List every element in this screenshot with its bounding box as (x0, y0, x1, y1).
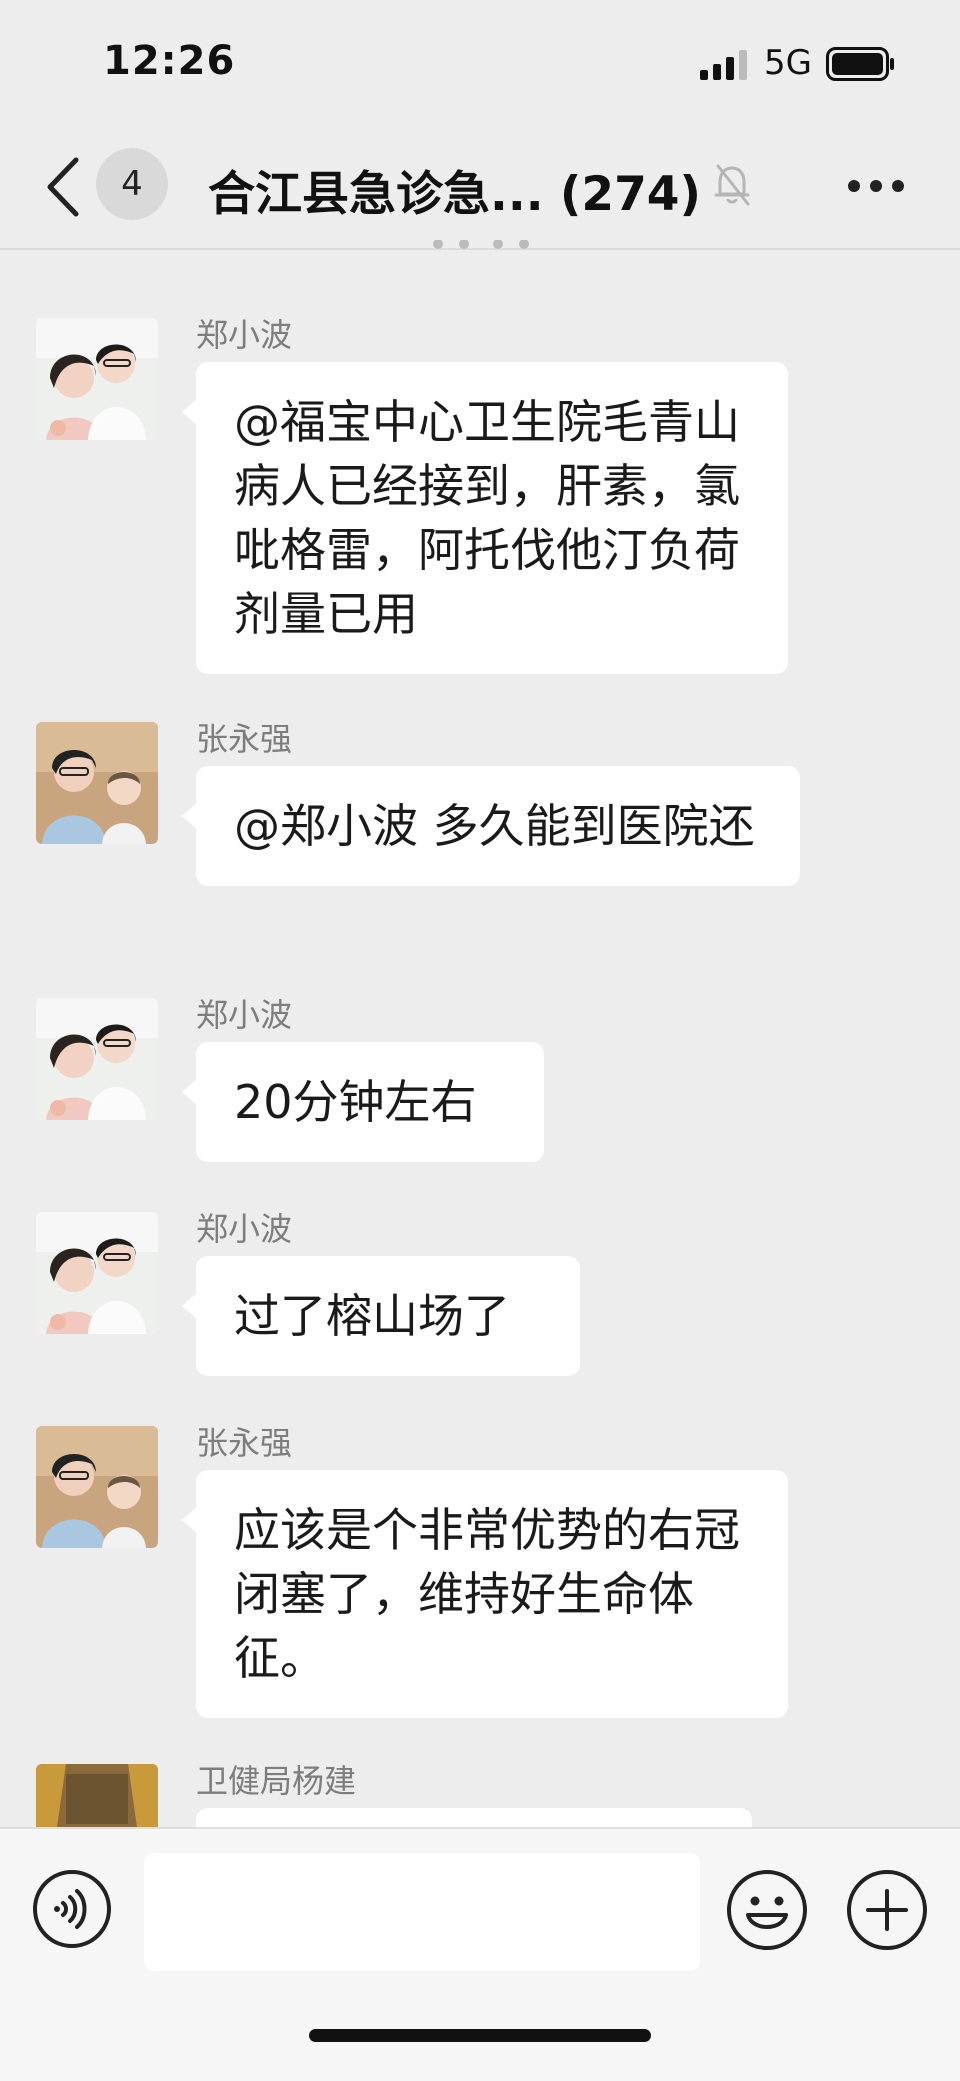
sender-name: 郑小波 (196, 316, 293, 354)
message-bubble[interactable]: 20分钟左右 (182, 1042, 544, 1162)
voice-input-icon[interactable] (32, 1869, 112, 1949)
message-bubble[interactable]: @郑小波 多久能到医院还 (182, 766, 800, 886)
sender-avatar[interactable] (36, 1764, 158, 1827)
signal-icon (700, 50, 747, 80)
input-bar (0, 1827, 960, 2081)
chat-title: 合江县急诊急... (274) (208, 167, 701, 222)
message-list[interactable]: 郑小波 @福宝中心卫生院毛青山 病人已经接到，肝素，氯吡格雷，阿托伐他汀负荷剂量… (0, 250, 960, 1827)
sender-name: 郑小波 (196, 1210, 293, 1248)
home-indicator[interactable] (309, 2029, 651, 2042)
message-bubble[interactable]: 过了榕山场了 (182, 1256, 580, 1376)
battery-icon (826, 47, 894, 81)
sender-name: 张永强 (196, 720, 293, 758)
emoji-icon[interactable] (726, 1869, 808, 1951)
sender-avatar[interactable] (36, 998, 158, 1120)
back-arrow-icon[interactable] (42, 152, 86, 222)
sender-name: 郑小波 (196, 996, 293, 1034)
sender-name: 卫健局杨建 (196, 1762, 357, 1800)
sender-avatar[interactable] (36, 318, 158, 440)
add-more-icon[interactable] (846, 1869, 928, 1951)
unread-count-badge[interactable]: 4 (96, 148, 168, 220)
sender-avatar[interactable] (36, 1212, 158, 1334)
mute-bell-icon (714, 164, 750, 206)
status-bar: 12:26 5G (0, 0, 960, 128)
chat-header: 4 合江县急诊急... (274) (0, 128, 960, 250)
network-type: 5G (764, 43, 812, 83)
sender-avatar[interactable] (36, 1426, 158, 1548)
message-bubble[interactable]: 应该是个非常优势的右冠闭塞了，维持好生命体征。 (182, 1470, 788, 1718)
status-time: 12:26 (103, 38, 236, 84)
sender-name: 张永强 (196, 1424, 293, 1462)
more-options-icon[interactable] (846, 178, 906, 194)
message-input[interactable] (144, 1853, 700, 1971)
message-bubble[interactable]: @福宝中心卫生院毛青山 病人已经接到，肝素，氯吡格雷，阿托伐他汀负荷剂量已用 (182, 362, 788, 674)
sender-avatar[interactable] (36, 722, 158, 844)
message-bubble[interactable] (196, 1808, 752, 1827)
